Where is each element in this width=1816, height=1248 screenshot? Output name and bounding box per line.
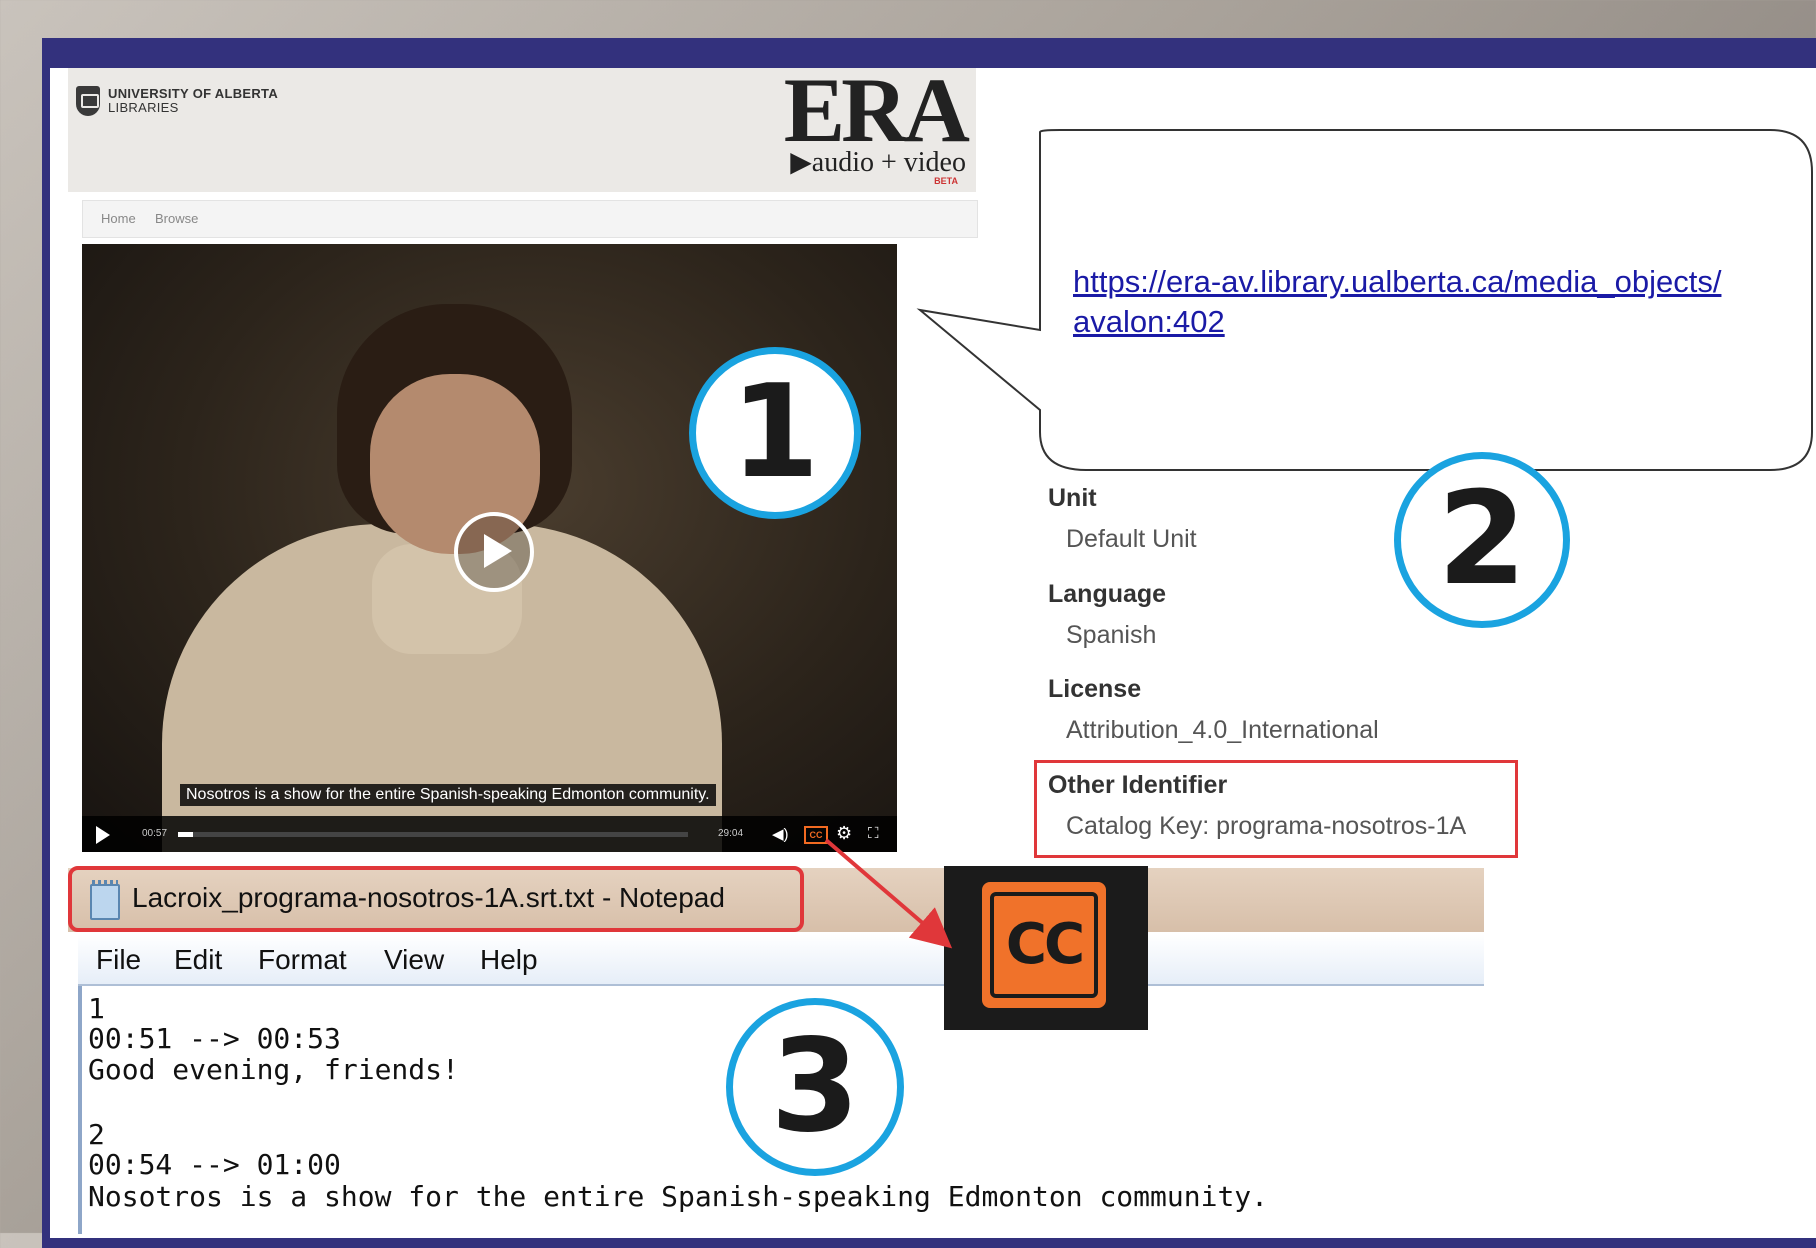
meta-value: Catalog Key: programa-nosotros-1A: [1066, 812, 1467, 840]
menu-view[interactable]: View: [384, 944, 444, 976]
big-play-icon[interactable]: [454, 512, 534, 592]
closed-captions-icon[interactable]: CC: [804, 826, 828, 844]
srt-line: Good evening, friends!: [88, 1053, 459, 1086]
cc-enlarged-icon: CC: [990, 892, 1098, 998]
meta-label: Unit: [1048, 484, 1097, 512]
meta-other-identifier: Other Identifier Catalog Key: programa-n…: [1048, 771, 1466, 841]
progress-bar[interactable]: [178, 832, 688, 837]
meta-label: Language: [1048, 580, 1167, 608]
meta-value: Spanish: [1066, 621, 1157, 649]
menu-help[interactable]: Help: [480, 944, 538, 976]
progress-fill: [178, 832, 194, 837]
meta-language: Language Spanish: [1048, 580, 1166, 650]
video-subtitle: Nosotros is a show for the entire Spanis…: [180, 784, 716, 806]
ua-name: UNIVERSITY OF ALBERTA: [108, 86, 279, 101]
srt-line: 1: [88, 992, 105, 1025]
play-icon[interactable]: [96, 826, 110, 844]
step-2-badge: 2: [1394, 452, 1570, 628]
srt-line: 00:51 --> 00:53: [88, 1022, 341, 1055]
srt-line: 2: [88, 1118, 105, 1151]
ua-logo[interactable]: UNIVERSITY OF ALBERTA LIBRARIES: [76, 86, 278, 116]
current-time: 00:57: [142, 828, 168, 839]
step-1-badge: 1: [689, 347, 861, 519]
ua-shield-icon: [76, 86, 100, 116]
video-controls: 00:57 29:04 ◀) CC ⚙ ⛶: [82, 816, 897, 852]
fullscreen-icon[interactable]: ⛶: [868, 825, 879, 842]
meta-license: License Attribution_4.0_International: [1048, 675, 1379, 745]
duration: 29:04: [718, 828, 744, 839]
srt-line: Nosotros is a show for the entire Spanis…: [88, 1180, 1269, 1213]
ua-libraries: LIBRARIES: [108, 100, 179, 115]
meta-label: Other Identifier: [1048, 771, 1228, 799]
meta-label: License: [1048, 675, 1142, 703]
nav-browse-link[interactable]: Browse: [155, 211, 198, 226]
notepad-title: Lacroix_programa-nosotros-1A.srt.txt - N…: [132, 882, 725, 913]
nav-home-link[interactable]: Home: [101, 211, 136, 226]
step-3-badge: 3: [726, 998, 904, 1176]
meta-unit: Unit Default Unit: [1048, 484, 1197, 554]
breadcrumb-nav: Home Browse: [82, 200, 978, 238]
media-url-link[interactable]: https://era-av.library.ualberta.ca/media…: [1073, 262, 1793, 342]
era-header: UNIVERSITY OF ALBERTA LIBRARIES ERA ▶aud…: [68, 64, 976, 192]
settings-icon[interactable]: ⚙: [836, 823, 852, 844]
volume-icon[interactable]: ◀): [772, 825, 789, 843]
srt-line: 00:54 --> 01:00: [88, 1148, 341, 1181]
meta-value: Default Unit: [1066, 525, 1197, 553]
menu-format[interactable]: Format: [258, 944, 347, 976]
meta-value: Attribution_4.0_International: [1066, 716, 1379, 744]
notepad-icon: [90, 880, 120, 920]
menu-file[interactable]: File: [96, 944, 141, 976]
menu-edit[interactable]: Edit: [174, 944, 222, 976]
video-player[interactable]: Nosotros is a show for the entire Spanis…: [82, 244, 897, 852]
